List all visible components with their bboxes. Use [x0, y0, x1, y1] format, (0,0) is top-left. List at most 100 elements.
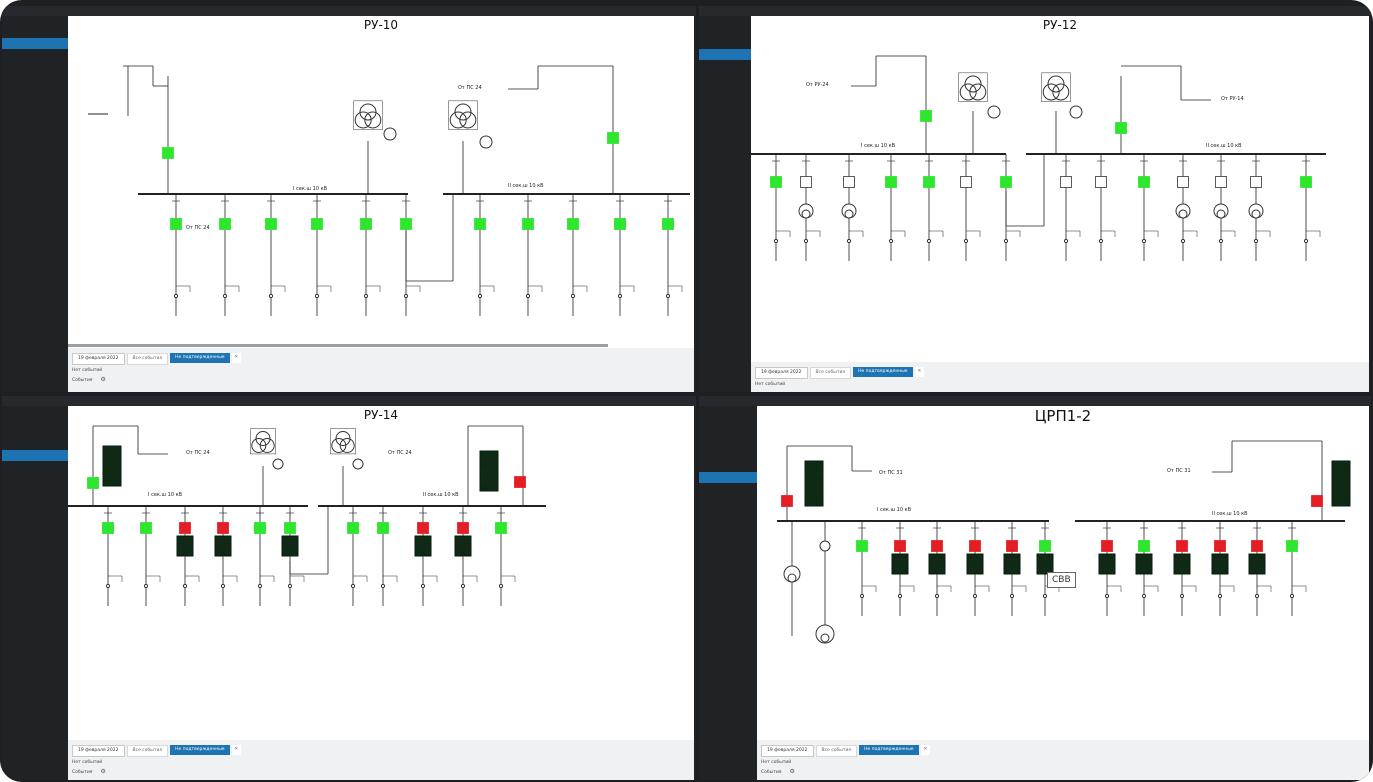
sidebar-item[interactable] — [2, 71, 68, 82]
breaker-switch[interactable] — [885, 176, 897, 188]
sidebar-item[interactable] — [2, 428, 68, 439]
sidebar-item[interactable] — [2, 406, 68, 417]
tab-unconfirmed[interactable]: Не подтвержденные — [170, 745, 230, 755]
sidebar-item[interactable] — [699, 93, 751, 104]
sidebar-item[interactable] — [699, 82, 751, 93]
breaker-switch[interactable] — [1006, 540, 1018, 552]
breaker-switch[interactable] — [607, 132, 619, 144]
sidebar-item[interactable] — [2, 82, 68, 93]
sidebar-item[interactable] — [699, 27, 751, 38]
tab-all-events[interactable]: Все события — [126, 353, 169, 365]
sidebar-item[interactable] — [699, 461, 757, 472]
gear-icon[interactable]: ⚙ — [789, 768, 794, 775]
breaker-switch[interactable] — [377, 522, 389, 534]
sidebar-item[interactable] — [699, 428, 757, 439]
close-icon[interactable]: ✕ — [231, 353, 242, 363]
sidebar-item[interactable] — [699, 406, 757, 417]
breaker-switch[interactable] — [1101, 540, 1113, 552]
tab-unconfirmed[interactable]: Не подтвержденные — [853, 367, 913, 377]
breaker-switch[interactable] — [781, 495, 793, 507]
sidebar-item[interactable] — [2, 16, 68, 27]
sidebar-item[interactable] — [699, 483, 757, 494]
breaker-switch[interactable] — [1176, 540, 1188, 552]
date-picker[interactable]: 19 февраля 2022 — [755, 367, 808, 379]
sidebar-item[interactable] — [2, 93, 68, 104]
tab-unconfirmed[interactable]: Не подтвержденные — [170, 353, 230, 363]
breaker-switch[interactable] — [1060, 176, 1072, 188]
sidebar-item[interactable] — [2, 483, 68, 494]
breaker-switch[interactable] — [179, 522, 191, 534]
breaker-switch[interactable] — [770, 176, 782, 188]
tab-all-events[interactable]: Все события — [126, 745, 169, 757]
sidebar-item-active[interactable] — [2, 38, 68, 49]
sidebar-item[interactable] — [699, 417, 757, 428]
breaker-switch[interactable] — [1095, 176, 1107, 188]
tab-all-events[interactable]: Все события — [809, 367, 852, 379]
sidebar-item[interactable] — [699, 16, 751, 27]
date-picker[interactable]: 19 февраля 2022 — [761, 745, 814, 757]
breaker-switch[interactable] — [495, 522, 507, 534]
sidebar-item[interactable] — [2, 27, 68, 38]
breaker-switch[interactable] — [1300, 176, 1312, 188]
sidebar-item[interactable] — [2, 472, 68, 483]
breaker-switch[interactable] — [614, 218, 626, 230]
breaker-switch[interactable] — [284, 522, 296, 534]
sidebar-item[interactable] — [699, 60, 751, 71]
breaker-switch[interactable] — [843, 176, 855, 188]
sidebar-item[interactable] — [2, 104, 68, 115]
breaker-switch[interactable] — [140, 522, 152, 534]
sidebar-item-active[interactable] — [2, 450, 68, 461]
gear-icon[interactable]: ⚙ — [100, 376, 105, 383]
breaker-switch[interactable] — [1311, 495, 1323, 507]
breaker-switch[interactable] — [856, 540, 868, 552]
breaker-switch[interactable] — [894, 540, 906, 552]
breaker-switch[interactable] — [567, 218, 579, 230]
tab-all-events[interactable]: Все события — [815, 745, 858, 757]
sidebar-item-active[interactable] — [699, 472, 757, 483]
sidebar-item[interactable] — [699, 494, 757, 505]
breaker-switch[interactable] — [923, 176, 935, 188]
breaker-switch[interactable] — [457, 522, 469, 534]
breaker-switch[interactable] — [265, 218, 277, 230]
date-picker[interactable]: 19 февраля 2022 — [72, 745, 125, 757]
breaker-switch[interactable] — [1177, 176, 1189, 188]
close-icon[interactable]: ✕ — [920, 745, 931, 755]
breaker-switch[interactable] — [1039, 540, 1051, 552]
breaker-switch[interactable] — [522, 218, 534, 230]
breaker-switch[interactable] — [87, 477, 99, 489]
breaker-switch[interactable] — [931, 540, 943, 552]
breaker-switch[interactable] — [514, 476, 526, 488]
sidebar-item[interactable] — [2, 439, 68, 450]
breaker-switch[interactable] — [1214, 540, 1226, 552]
breaker-switch[interactable] — [254, 522, 266, 534]
sidebar-item-active[interactable] — [699, 49, 751, 60]
breaker-switch[interactable] — [1000, 176, 1012, 188]
date-picker[interactable]: 19 февраля 2022 — [72, 353, 125, 365]
breaker-switch[interactable] — [311, 218, 323, 230]
sidebar-item[interactable] — [2, 60, 68, 71]
sidebar-item[interactable] — [2, 417, 68, 428]
breaker-switch[interactable] — [662, 218, 674, 230]
breaker-switch[interactable] — [217, 522, 229, 534]
breaker-switch[interactable] — [800, 176, 812, 188]
breaker-switch[interactable] — [1251, 540, 1263, 552]
breaker-switch[interactable] — [347, 522, 359, 534]
breaker-switch[interactable] — [960, 176, 972, 188]
breaker-switch[interactable] — [1286, 540, 1298, 552]
breaker-switch[interactable] — [969, 540, 981, 552]
breaker-switch[interactable] — [400, 218, 412, 230]
breaker-switch[interactable] — [360, 218, 372, 230]
breaker-switch[interactable] — [474, 218, 486, 230]
sidebar-item[interactable] — [699, 450, 757, 461]
sidebar-item[interactable] — [699, 439, 757, 450]
close-icon[interactable]: ✕ — [231, 745, 242, 755]
breaker-switch[interactable] — [1215, 176, 1227, 188]
breaker-switch[interactable] — [170, 218, 182, 230]
breaker-switch[interactable] — [1115, 122, 1127, 134]
breaker-switch[interactable] — [162, 147, 174, 159]
sidebar-item[interactable] — [2, 461, 68, 472]
breaker-switch[interactable] — [1138, 540, 1150, 552]
sidebar-item[interactable] — [699, 71, 751, 82]
sidebar-item[interactable] — [699, 38, 751, 49]
breaker-switch[interactable] — [417, 522, 429, 534]
